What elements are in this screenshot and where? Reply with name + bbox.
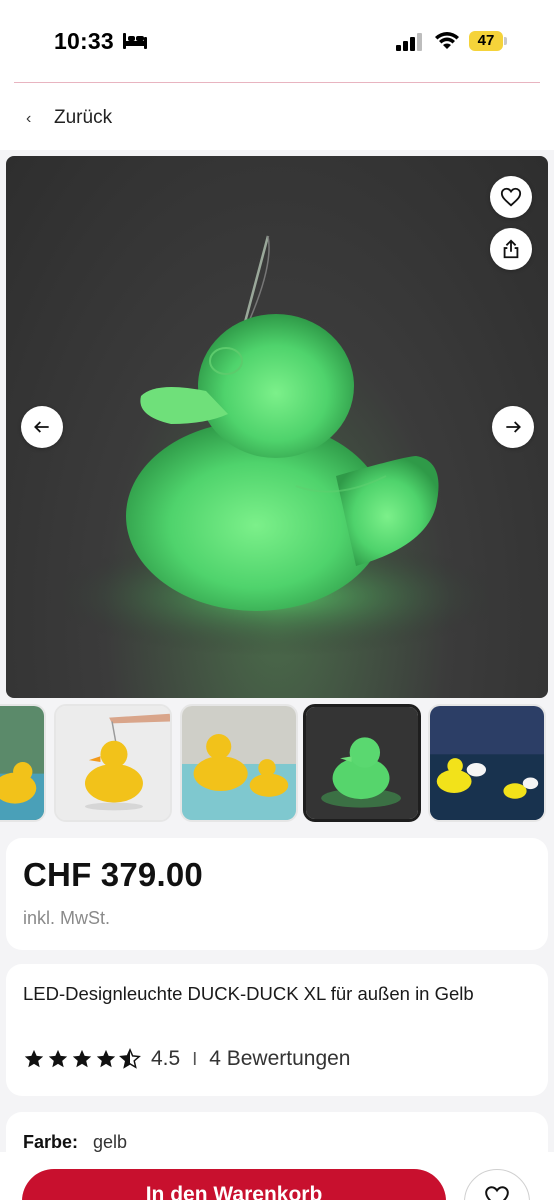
battery-icon: 47 (469, 31, 507, 51)
back-link[interactable]: Zurück (54, 107, 112, 129)
signal-icon (396, 33, 422, 51)
thumbnail-image (182, 706, 296, 820)
star-full-icon (96, 1049, 116, 1068)
thumbnail[interactable] (428, 704, 546, 822)
rating-separator: I (192, 1048, 198, 1069)
star-full-icon (48, 1049, 68, 1068)
thumbnail-image (430, 706, 544, 820)
thumbnail-active[interactable] (303, 704, 421, 822)
star-full-icon (24, 1049, 44, 1068)
vat-note: inkl. MwSt. (23, 908, 111, 928)
duck-lamp-image (46, 235, 506, 656)
favorite-button[interactable] (490, 176, 532, 218)
wishlist-button[interactable] (464, 1169, 530, 1200)
star-full-icon (72, 1049, 92, 1068)
heart-icon (500, 187, 522, 207)
next-image-button[interactable] (492, 406, 534, 448)
battery-level: 47 (469, 31, 503, 51)
add-to-cart-button[interactable]: In den Warenkorb (22, 1169, 446, 1200)
rating-stars (23, 1048, 141, 1070)
previous-image-button[interactable] (21, 406, 63, 448)
thumbnail[interactable] (54, 704, 172, 822)
share-button[interactable] (490, 228, 532, 270)
arrow-right-icon (506, 421, 521, 433)
star-half-icon (119, 1048, 141, 1069)
color-label: Farbe: (23, 1132, 79, 1152)
back-header: ‹ Zurück (0, 84, 554, 150)
product-main-image[interactable] (6, 156, 548, 698)
divider (14, 82, 540, 83)
review-count-link[interactable]: 4 Bewertungen (209, 1047, 350, 1071)
status-time: 10:33 (54, 28, 114, 54)
product-price: CHF 379.00 (23, 856, 203, 893)
thumbnail-image (56, 706, 170, 820)
rating-row[interactable]: 4.5 I 4 Bewertungen (23, 1045, 351, 1073)
wifi-icon (435, 32, 459, 49)
status-bar: 10:33 47 (0, 0, 554, 84)
rating-value: 4.5 (151, 1047, 181, 1070)
thumbnail-image (306, 707, 418, 819)
bed-icon (123, 33, 147, 49)
product-info-card: LED-Designleuchte DUCK-DUCK XL für außen… (6, 964, 548, 1096)
thumbnail[interactable] (180, 704, 298, 822)
arrow-left-icon (34, 421, 49, 433)
thumbnail[interactable] (0, 704, 46, 822)
bottom-action-bar: In den Warenkorb (0, 1152, 554, 1200)
thumbnail-strip[interactable] (0, 704, 554, 824)
thumbnail-image (0, 706, 44, 820)
price-card: CHF 379.00 inkl. MwSt. (6, 838, 548, 950)
product-title: LED-Designleuchte DUCK-DUCK XL für außen… (23, 983, 474, 1004)
share-icon (503, 239, 519, 259)
color-value: gelb (93, 1132, 128, 1152)
heart-icon (485, 1186, 509, 1200)
chevron-left-icon[interactable]: ‹ (26, 110, 31, 128)
color-selection: Farbe: gelb (23, 1132, 127, 1153)
